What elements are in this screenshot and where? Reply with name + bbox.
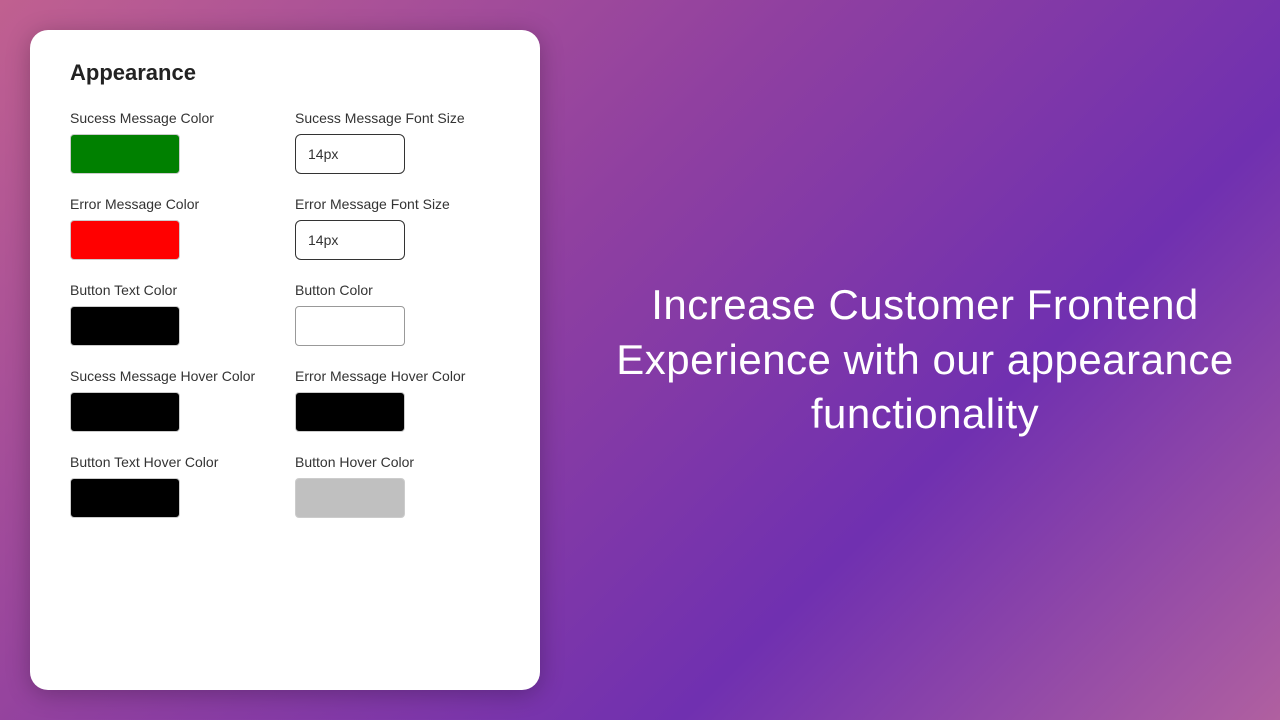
- error-message-color-swatch[interactable]: [70, 220, 180, 260]
- tagline: Increase Customer Frontend Experience wi…: [616, 278, 1233, 442]
- tagline-line2: Experience with our appearance: [616, 336, 1233, 383]
- appearance-card: Appearance Sucess Message Color Sucess M…: [30, 30, 540, 690]
- card-title: Appearance: [70, 60, 500, 86]
- error-message-color-item: Error Message Color: [70, 196, 285, 260]
- success-message-hover-color-label: Sucess Message Hover Color: [70, 368, 275, 384]
- button-hover-color-item: Button Hover Color: [285, 454, 500, 518]
- error-message-font-size-item: Error Message Font Size: [285, 196, 500, 260]
- success-message-font-size-label: Sucess Message Font Size: [295, 110, 500, 126]
- button-text-color-swatch[interactable]: [70, 306, 180, 346]
- success-message-color-label: Sucess Message Color: [70, 110, 275, 126]
- button-text-hover-color-item: Button Text Hover Color: [70, 454, 285, 518]
- left-panel: Appearance Sucess Message Color Sucess M…: [0, 0, 570, 720]
- button-color-item: Button Color: [285, 282, 500, 346]
- success-message-color-item: Sucess Message Color: [70, 110, 285, 174]
- button-text-hover-color-swatch[interactable]: [70, 478, 180, 518]
- success-message-hover-color-swatch[interactable]: [70, 392, 180, 432]
- tagline-line1: Increase Customer Frontend: [651, 281, 1199, 328]
- success-message-font-size-item: Sucess Message Font Size: [285, 110, 500, 174]
- success-message-hover-color-item: Sucess Message Hover Color: [70, 368, 285, 432]
- tagline-line3: functionality: [811, 390, 1039, 437]
- error-message-font-size-label: Error Message Font Size: [295, 196, 500, 212]
- error-message-color-label: Error Message Color: [70, 196, 275, 212]
- button-hover-color-label: Button Hover Color: [295, 454, 500, 470]
- form-grid: Sucess Message Color Sucess Message Font…: [70, 110, 500, 540]
- button-hover-color-swatch[interactable]: [295, 478, 405, 518]
- error-message-hover-color-item: Error Message Hover Color: [285, 368, 500, 432]
- error-message-font-size-input[interactable]: [295, 220, 405, 260]
- success-message-font-size-input[interactable]: [295, 134, 405, 174]
- button-text-color-item: Button Text Color: [70, 282, 285, 346]
- button-text-hover-color-label: Button Text Hover Color: [70, 454, 275, 470]
- error-message-hover-color-swatch[interactable]: [295, 392, 405, 432]
- right-panel: Increase Customer Frontend Experience wi…: [570, 258, 1280, 462]
- success-message-color-swatch[interactable]: [70, 134, 180, 174]
- button-text-color-label: Button Text Color: [70, 282, 275, 298]
- button-color-label: Button Color: [295, 282, 500, 298]
- button-color-swatch[interactable]: [295, 306, 405, 346]
- error-message-hover-color-label: Error Message Hover Color: [295, 368, 500, 384]
